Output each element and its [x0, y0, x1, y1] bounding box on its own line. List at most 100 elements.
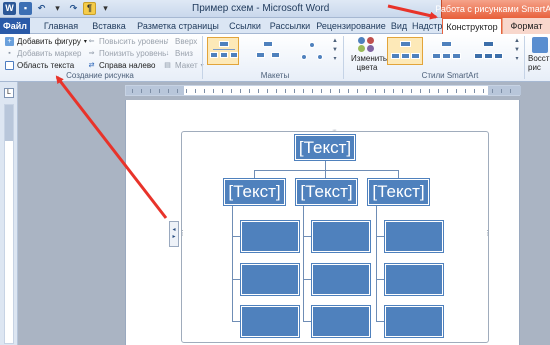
move-down-icon: ↓ — [165, 50, 170, 57]
ruler-tick — [384, 89, 385, 93]
resize-handle-right[interactable]: ⋮ — [484, 230, 491, 237]
formatting-marks-icon[interactable]: ¶ — [83, 2, 96, 15]
connector-line — [376, 236, 385, 237]
connector-line — [398, 170, 399, 179]
tab-review[interactable]: Рецензирование — [315, 18, 387, 34]
more-icon[interactable]: ▾ — [515, 55, 518, 64]
redo-icon[interactable]: ↷ — [67, 2, 80, 15]
smartart-child-shape[interactable] — [385, 306, 443, 337]
add-bullet-button[interactable]: ▪ Добавить маркер — [5, 48, 81, 59]
undo-dropdown-icon[interactable]: ▾ — [51, 2, 64, 15]
ruler-tick — [456, 89, 457, 93]
group-separator — [343, 36, 344, 79]
add-bullet-icon: ▪ — [8, 50, 11, 57]
resize-handle-left[interactable]: ⋮ — [179, 230, 186, 237]
customize-qat-icon[interactable]: ▾ — [99, 2, 112, 15]
add-shape-button[interactable]: + Добавить фигуру ▾ — [5, 36, 87, 47]
tab-page-layout[interactable]: Разметка страницы — [134, 18, 222, 34]
text-pane-icon — [5, 61, 14, 70]
demote-button[interactable]: ⇒ Понизить уровень — [87, 48, 167, 59]
tab-insert[interactable]: Вставка — [86, 18, 132, 34]
connector-line — [303, 321, 312, 322]
scroll-down-icon[interactable]: ▼ — [332, 46, 338, 55]
smartart-child-shape[interactable] — [241, 306, 299, 337]
ruler-tick — [321, 89, 322, 93]
move-down-button[interactable]: ↓ Вниз — [163, 48, 193, 59]
ruler-tick — [420, 89, 421, 93]
tab-home[interactable]: Главная — [36, 18, 86, 34]
scroll-up-icon[interactable]: ▲ — [332, 37, 338, 46]
reset-graphic-label: Восст рис — [528, 54, 550, 72]
reset-graphic-icon — [532, 37, 548, 53]
tab-mailings[interactable]: Рассылки — [268, 18, 312, 34]
tab-references[interactable]: Ссылки — [225, 18, 265, 34]
style-white-outline[interactable] — [428, 37, 464, 65]
connector-line — [232, 279, 241, 280]
ruler-toggle-icon[interactable]: L — [4, 88, 14, 98]
connector-line — [254, 170, 255, 179]
smartart-level2-node[interactable]: [Текст] — [368, 179, 429, 205]
right-to-left-icon: ⇄ — [88, 62, 95, 69]
layout-circle-hierarchy[interactable] — [295, 37, 327, 65]
smartart-level2-node[interactable]: [Текст] — [224, 179, 285, 205]
promote-button[interactable]: ⇐ Повысить уровень — [87, 36, 168, 47]
ruler-tick — [348, 89, 349, 93]
text-pane-toggle[interactable]: ◂ ▸ — [169, 221, 179, 247]
layout-mini-box — [263, 41, 273, 47]
ruler-tick — [366, 89, 367, 93]
smartart-top-node[interactable]: [Текст] — [295, 135, 355, 160]
layout-hierarchy-selected[interactable] — [207, 37, 239, 65]
title-bar: W ▪ ↶ ▾ ↷ ¶ ▾ Пример схем - Microsoft Wo… — [0, 0, 550, 18]
connector-line — [325, 160, 326, 170]
layout-mini-box — [220, 52, 228, 58]
ruler-tick — [465, 89, 466, 93]
add-bullet-label: Добавить маркер — [17, 49, 82, 58]
tab-view[interactable]: Вид — [388, 18, 410, 34]
reset-graphic-button[interactable]: Восст рис — [528, 37, 550, 77]
style-simple-fill-selected[interactable] — [387, 37, 423, 65]
smartart-child-shape[interactable] — [312, 221, 370, 252]
change-colors-button[interactable]: Изменить цвета — [351, 37, 387, 77]
ruler-tick — [375, 89, 376, 93]
smartart-child-shape[interactable] — [241, 264, 299, 295]
word-app-icon[interactable]: W — [3, 2, 16, 15]
ribbon: + Добавить фигуру ▾ ▪ Добавить маркер Об… — [0, 34, 550, 82]
more-icon[interactable]: ▾ — [333, 55, 336, 64]
ruler-tick — [402, 89, 403, 93]
move-down-label: Вниз — [175, 49, 193, 58]
style-mini-box — [400, 41, 411, 47]
layout-button[interactable]: ▤ Макет ▾ — [163, 60, 203, 71]
smartart-child-shape[interactable] — [385, 221, 443, 252]
style-subtle-effect[interactable] — [470, 37, 506, 65]
layout-mini-circle — [309, 42, 315, 48]
smartart-child-shape[interactable] — [312, 264, 370, 295]
ruler-tick — [132, 89, 133, 93]
connector-line — [376, 321, 385, 322]
window-title: Пример схем - Microsoft Word — [192, 3, 330, 14]
promote-label: Повысить уровень — [99, 37, 168, 46]
smartart-child-shape[interactable] — [312, 306, 370, 337]
smartart-child-shape[interactable] — [241, 221, 299, 252]
layout-mini-circle — [301, 54, 307, 60]
tab-design[interactable]: Конструктор — [442, 18, 502, 35]
resize-handle-top[interactable]: ··· — [332, 127, 337, 134]
ruler-tick — [267, 89, 268, 93]
smartart-child-shape[interactable] — [385, 264, 443, 295]
scroll-up-icon[interactable]: ▲ — [514, 37, 520, 46]
ruler-tick — [141, 89, 142, 93]
layouts-gallery-scroll[interactable]: ▲ ▼ ▾ — [331, 37, 339, 65]
save-icon[interactable]: ▪ — [19, 2, 32, 15]
group-separator — [524, 36, 525, 79]
ruler-tick — [447, 89, 448, 93]
text-pane-button[interactable]: Область текста — [5, 60, 74, 71]
layout-labeled-hierarchy[interactable] — [251, 37, 283, 65]
undo-icon[interactable]: ↶ — [35, 2, 48, 15]
tab-file[interactable]: Файл — [0, 18, 30, 34]
smartart-level2-node[interactable]: [Текст] — [296, 179, 357, 205]
right-to-left-button[interactable]: ⇄ Справа налево — [87, 60, 156, 71]
move-up-button[interactable]: ↑ Вверх — [163, 36, 198, 47]
style-mini-box — [432, 53, 441, 59]
styles-gallery-scroll[interactable]: ▲ ▼ ▾ — [513, 37, 521, 65]
tab-format[interactable]: Формат — [502, 18, 550, 34]
scroll-down-icon[interactable]: ▼ — [514, 46, 520, 55]
